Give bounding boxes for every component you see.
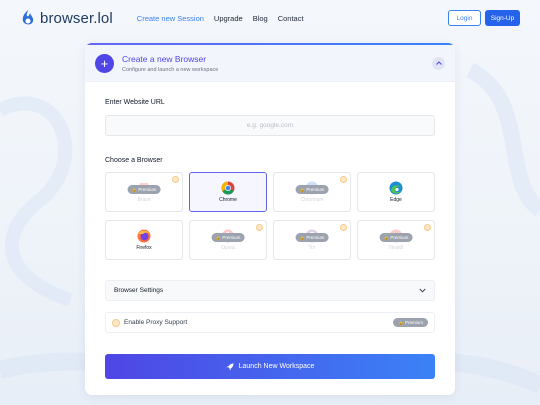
coin-icon (256, 224, 263, 231)
browser-label: Choose a Browser (105, 157, 163, 164)
browser-tile-chromium[interactable]: 🔒 Premium Chromium (273, 172, 351, 212)
collapse-button[interactable] (432, 56, 445, 70)
premium-badge: 🔒 Premium (211, 233, 245, 242)
browser-tile-opera[interactable]: 🔒 Premium Opera (189, 220, 267, 260)
premium-badge: 🔒 Premium (295, 233, 329, 242)
browser-grid: 🔒 Premium Brave Chrome 🔒 Premium Chromiu… (105, 172, 435, 260)
chevron-up-icon (435, 61, 442, 65)
settings-label: Browser Settings (114, 287, 164, 294)
browser-tile-firefox[interactable]: Firefox (105, 220, 183, 260)
nav-link-create-session[interactable]: Create new Session (137, 14, 204, 23)
url-input[interactable]: e.g. google.com (105, 115, 435, 136)
browser-name: Tor (308, 245, 316, 251)
premium-badge: 🔒 Premium (295, 185, 329, 194)
browser-name: Opera (221, 245, 235, 251)
logo-flame-icon (22, 10, 34, 25)
browser-settings-toggle[interactable]: Browser Settings (105, 280, 435, 301)
browser-tile-chrome[interactable]: Chrome (189, 172, 267, 212)
login-button[interactable]: Login (448, 10, 481, 26)
top-navbar: browser.lol Create new Session Upgrade B… (0, 0, 540, 36)
create-browser-card: + Create a new Browser Configure and lau… (85, 43, 455, 395)
nav-links: Create new Session Upgrade Blog Contact (137, 14, 304, 23)
browser-tile-brave[interactable]: 🔒 Premium Brave (105, 172, 183, 212)
launch-label: Launch New Workspace (238, 363, 315, 370)
nav-link-blog[interactable]: Blog (253, 14, 268, 23)
nav-link-upgrade[interactable]: Upgrade (214, 14, 243, 23)
browser-tile-vivaldi[interactable]: 🔒 Premium Vivaldi (357, 220, 435, 260)
proxy-support-row[interactable]: Enable Proxy Support 🔒 Premium (105, 312, 435, 333)
url-label: Enter Website URL (105, 99, 165, 106)
browser-name: Firefox (136, 245, 152, 251)
coin-icon (172, 176, 179, 183)
browser-tile-edge[interactable]: Edge (357, 172, 435, 212)
rocket-icon (226, 363, 234, 370)
coin-icon (340, 176, 347, 183)
card-title: Create a new Browser (122, 53, 207, 64)
browser-name: Chromium (300, 197, 324, 203)
browser-name: Edge (390, 197, 402, 203)
chevron-down-icon (419, 288, 426, 293)
browser-name: Brave (137, 197, 151, 203)
logo[interactable]: browser.lol (20, 9, 113, 27)
edge-icon (389, 181, 403, 195)
proxy-label: Enable Proxy Support (124, 319, 188, 326)
coin-icon (340, 224, 347, 231)
card-header: + Create a new Browser Configure and lau… (85, 45, 455, 82)
signup-button[interactable]: Sign-Up (485, 10, 520, 26)
firefox-icon (137, 229, 151, 243)
premium-badge: 🔒 Premium (379, 233, 413, 242)
nav-link-contact[interactable]: Contact (278, 14, 304, 23)
browser-name: Vivaldi (388, 245, 404, 251)
card-subtitle: Configure and launch a new workspace (122, 66, 219, 73)
coin-icon (112, 318, 120, 327)
coin-icon (424, 224, 431, 231)
plus-icon: + (95, 53, 114, 73)
premium-badge: 🔒 Premium (127, 185, 161, 194)
premium-badge: 🔒 Premium (393, 318, 428, 327)
logo-text: browser.lol (40, 9, 113, 27)
browser-name: Chrome (219, 197, 237, 203)
browser-tile-tor[interactable]: 🔒 Premium Tor (273, 220, 351, 260)
launch-workspace-button[interactable]: Launch New Workspace (105, 354, 435, 379)
chrome-icon (221, 181, 235, 195)
